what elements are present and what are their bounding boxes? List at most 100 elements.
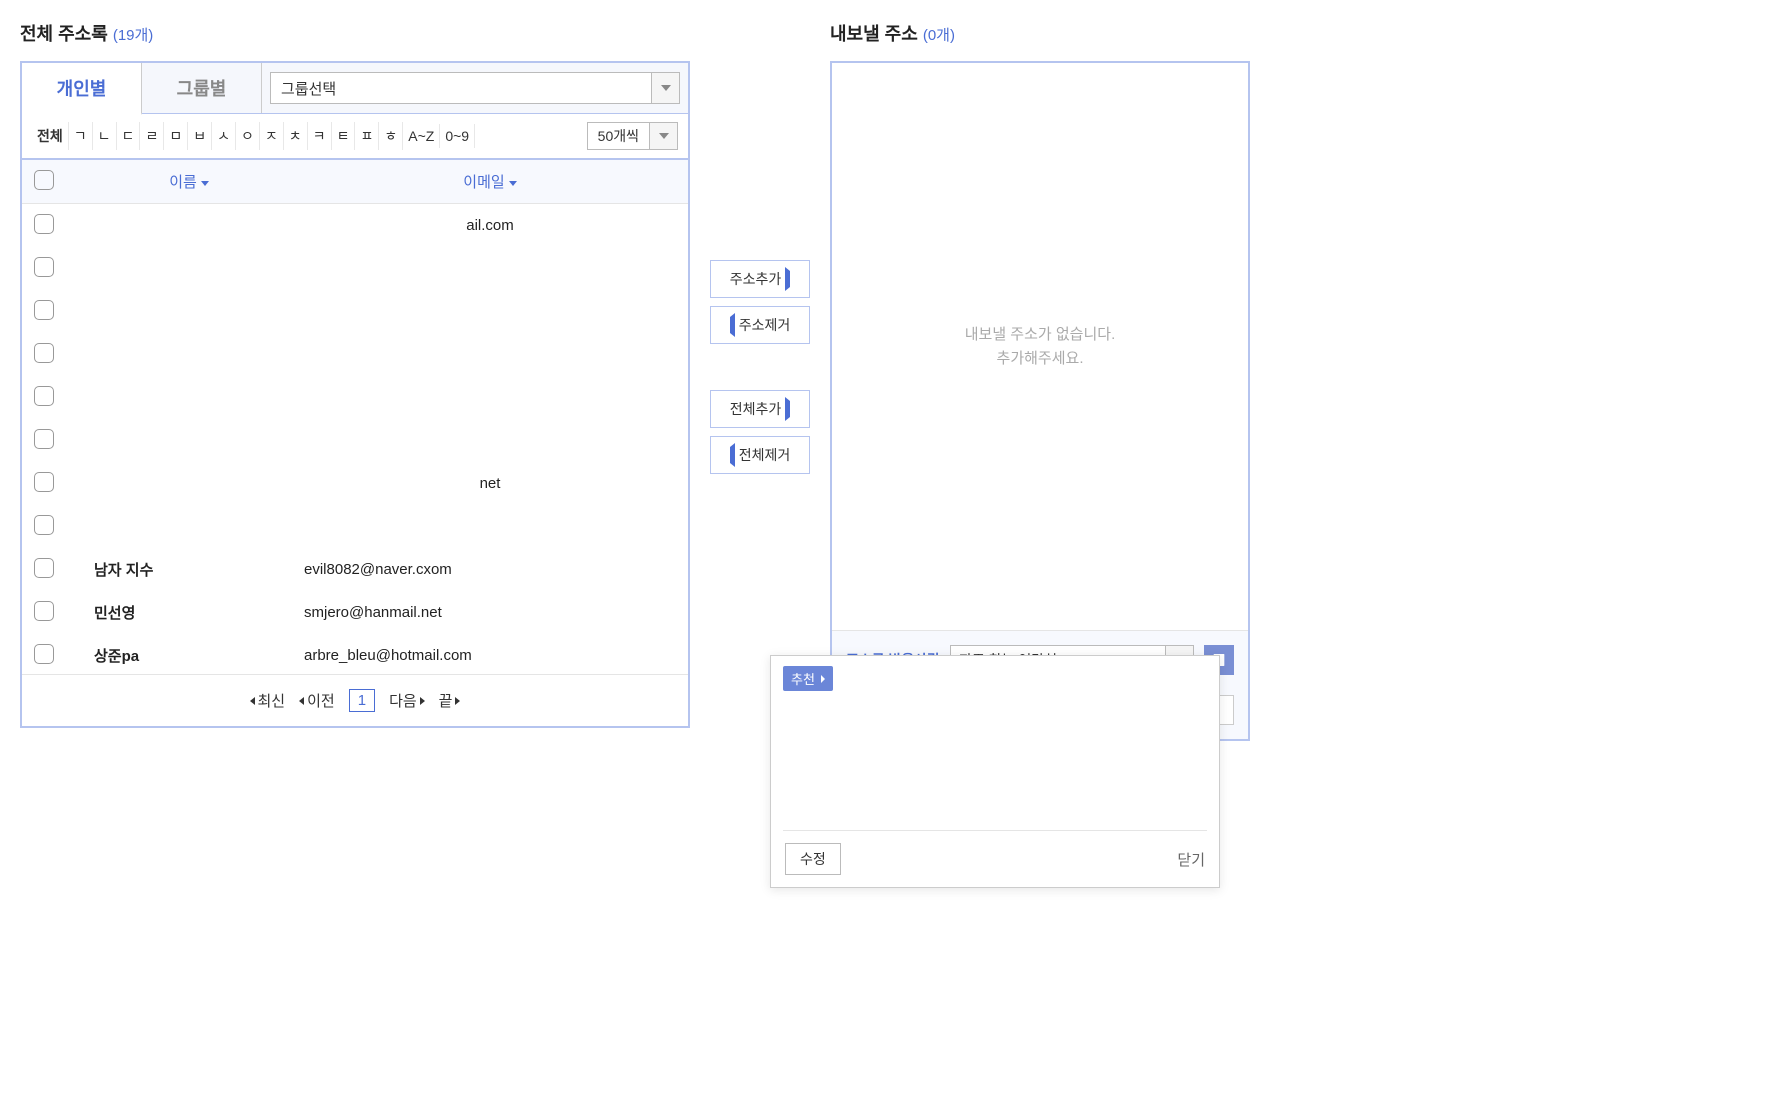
page-last[interactable]: 끝 xyxy=(439,690,461,711)
row-checkbox[interactable] xyxy=(34,429,54,449)
page-current: 1 xyxy=(349,689,375,712)
table-row[interactable]: 민선영 smjero@hanmail.net xyxy=(22,591,688,634)
contacts-list[interactable]: ail.com xyxy=(22,204,688,674)
remove-all-label: 전체제거 xyxy=(739,445,791,465)
filter-r[interactable]: ㄹ xyxy=(140,122,164,150)
filter-h[interactable]: ㅎ xyxy=(379,122,403,150)
table-row[interactable]: 남자 지수 evil8082@naver.cxom xyxy=(22,548,688,591)
filter-09[interactable]: 0~9 xyxy=(440,124,475,148)
filter-ch[interactable]: ㅊ xyxy=(284,122,308,150)
filter-g[interactable]: ㄱ xyxy=(69,122,93,150)
page-prev[interactable]: 이전 xyxy=(299,690,335,711)
remove-address-button[interactable]: 주소제거 xyxy=(710,306,810,344)
export-title-text: 내보낼 주소 xyxy=(830,24,918,44)
page-size-label: 50개씩 xyxy=(588,126,649,146)
row-checkbox[interactable] xyxy=(34,343,54,363)
empty-line-1: 내보낼 주소가 없습니다. xyxy=(965,323,1116,347)
filter-d[interactable]: ㄷ xyxy=(117,122,141,150)
popup-header: 추천 xyxy=(771,656,1219,701)
chevron-down-icon[interactable] xyxy=(651,73,679,103)
tabs-bar: 개인별 그룹별 그룹선택 xyxy=(22,63,688,114)
row-checkbox[interactable] xyxy=(34,300,54,320)
select-all-checkbox[interactable] xyxy=(34,170,54,190)
arrow-right-icon xyxy=(785,401,790,417)
all-contacts-title: 전체 주소록 (19개) xyxy=(20,20,690,46)
filter-p[interactable]: ㅍ xyxy=(355,122,379,150)
remove-all-button[interactable]: 전체제거 xyxy=(710,436,810,474)
filter-b[interactable]: ㅂ xyxy=(188,122,212,150)
export-count: (0개) xyxy=(923,27,955,44)
row-checkbox[interactable] xyxy=(34,558,54,578)
row-checkbox[interactable] xyxy=(34,644,54,664)
page-first[interactable]: 최신 xyxy=(250,690,286,711)
row-name: 남자 지수 xyxy=(74,559,304,580)
group-dropdown[interactable]: 그룹선택 xyxy=(270,72,680,104)
arrow-right-icon xyxy=(785,271,790,287)
add-address-button[interactable]: 주소추가 xyxy=(710,260,810,298)
filter-s[interactable]: ㅅ xyxy=(212,122,236,150)
row-checkbox[interactable] xyxy=(34,257,54,277)
suggestion-popup: 추천 수정 닫기 xyxy=(770,655,1220,888)
filter-j[interactable]: ㅈ xyxy=(260,122,284,150)
table-row[interactable] xyxy=(22,505,688,548)
filter-n[interactable]: ㄴ xyxy=(93,122,117,150)
table-row[interactable] xyxy=(22,333,688,376)
row-name: 상준pa xyxy=(74,645,304,666)
row-email: ail.com xyxy=(304,217,676,234)
export-empty-state: 내보낼 주소가 없습니다. 추가해주세요. xyxy=(832,63,1248,630)
arrow-left-icon xyxy=(730,447,735,463)
export-panel: 내보낼 주소가 없습니다. 추가해주세요. 주소록 받을사람 자주 찾는 연락처 xyxy=(830,61,1250,741)
filter-k[interactable]: ㅋ xyxy=(308,122,332,150)
group-select-wrap: 그룹선택 xyxy=(262,63,688,113)
filter-az[interactable]: A~Z xyxy=(403,124,440,148)
title-text: 전체 주소록 xyxy=(20,24,108,44)
filter-all[interactable]: 전체 xyxy=(32,122,69,150)
row-checkbox[interactable] xyxy=(34,472,54,492)
row-checkbox[interactable] xyxy=(34,386,54,406)
column-name[interactable]: 이름 xyxy=(74,171,304,192)
popup-tag[interactable]: 추천 xyxy=(783,666,833,691)
row-email: net xyxy=(304,475,676,492)
page-size-dropdown[interactable]: 50개씩 xyxy=(587,122,678,150)
export-title: 내보낼 주소 (0개) xyxy=(830,20,1250,46)
add-all-label: 전체추가 xyxy=(730,399,782,419)
table-row[interactable] xyxy=(22,290,688,333)
contacts-panel: 개인별 그룹별 그룹선택 전체 ㄱ ㄴ ㄷ ㄹ ㅁ ㅂ xyxy=(20,61,690,728)
table-row[interactable] xyxy=(22,419,688,462)
tab-group[interactable]: 그룹별 xyxy=(142,63,262,113)
table-row[interactable]: 상준pa arbre_bleu@hotmail.com xyxy=(22,634,688,674)
table-row[interactable]: net xyxy=(22,462,688,505)
table-header: 이름 이메일 xyxy=(22,160,688,204)
table-row[interactable] xyxy=(22,376,688,419)
filter-t[interactable]: ㅌ xyxy=(332,122,356,150)
remove-address-label: 주소제거 xyxy=(739,315,791,335)
row-checkbox[interactable] xyxy=(34,601,54,621)
filter-m[interactable]: ㅁ xyxy=(164,122,188,150)
row-checkbox[interactable] xyxy=(34,515,54,535)
add-address-label: 주소추가 xyxy=(730,269,782,289)
row-email: arbre_bleu@hotmail.com xyxy=(304,647,676,664)
column-email[interactable]: 이메일 xyxy=(304,171,676,192)
table-row[interactable] xyxy=(22,247,688,290)
consonant-filters: 전체 ㄱ ㄴ ㄷ ㄹ ㅁ ㅂ ㅅ ㅇ ㅈ ㅊ ㅋ ㅌ ㅍ ㅎ A~Z 0~9 xyxy=(32,122,475,150)
popup-footer: 수정 닫기 xyxy=(771,831,1219,887)
row-email: evil8082@naver.cxom xyxy=(304,561,676,578)
filter-row: 전체 ㄱ ㄴ ㄷ ㄹ ㅁ ㅂ ㅅ ㅇ ㅈ ㅊ ㅋ ㅌ ㅍ ㅎ A~Z 0~9 xyxy=(22,114,688,160)
edit-button[interactable]: 수정 xyxy=(785,843,841,875)
empty-line-2: 추가해주세요. xyxy=(997,347,1084,371)
group-dropdown-label: 그룹선택 xyxy=(271,78,651,99)
row-checkbox[interactable] xyxy=(34,214,54,234)
arrow-left-icon xyxy=(730,317,735,333)
close-button[interactable]: 닫기 xyxy=(1177,849,1205,870)
table-row[interactable]: ail.com xyxy=(22,204,688,247)
tab-personal[interactable]: 개인별 xyxy=(22,63,142,115)
transfer-buttons: 주소추가 주소제거 전체추가 전체제거 xyxy=(710,20,810,474)
filter-o[interactable]: ㅇ xyxy=(236,122,260,150)
row-name: 민선영 xyxy=(74,602,304,623)
add-all-button[interactable]: 전체추가 xyxy=(710,390,810,428)
contacts-count: (19개) xyxy=(113,27,153,44)
page-next[interactable]: 다음 xyxy=(389,690,425,711)
chevron-down-icon[interactable] xyxy=(649,123,677,149)
pagination: 최신 이전 1 다음 끝 xyxy=(22,674,688,726)
row-email: smjero@hanmail.net xyxy=(304,604,676,621)
